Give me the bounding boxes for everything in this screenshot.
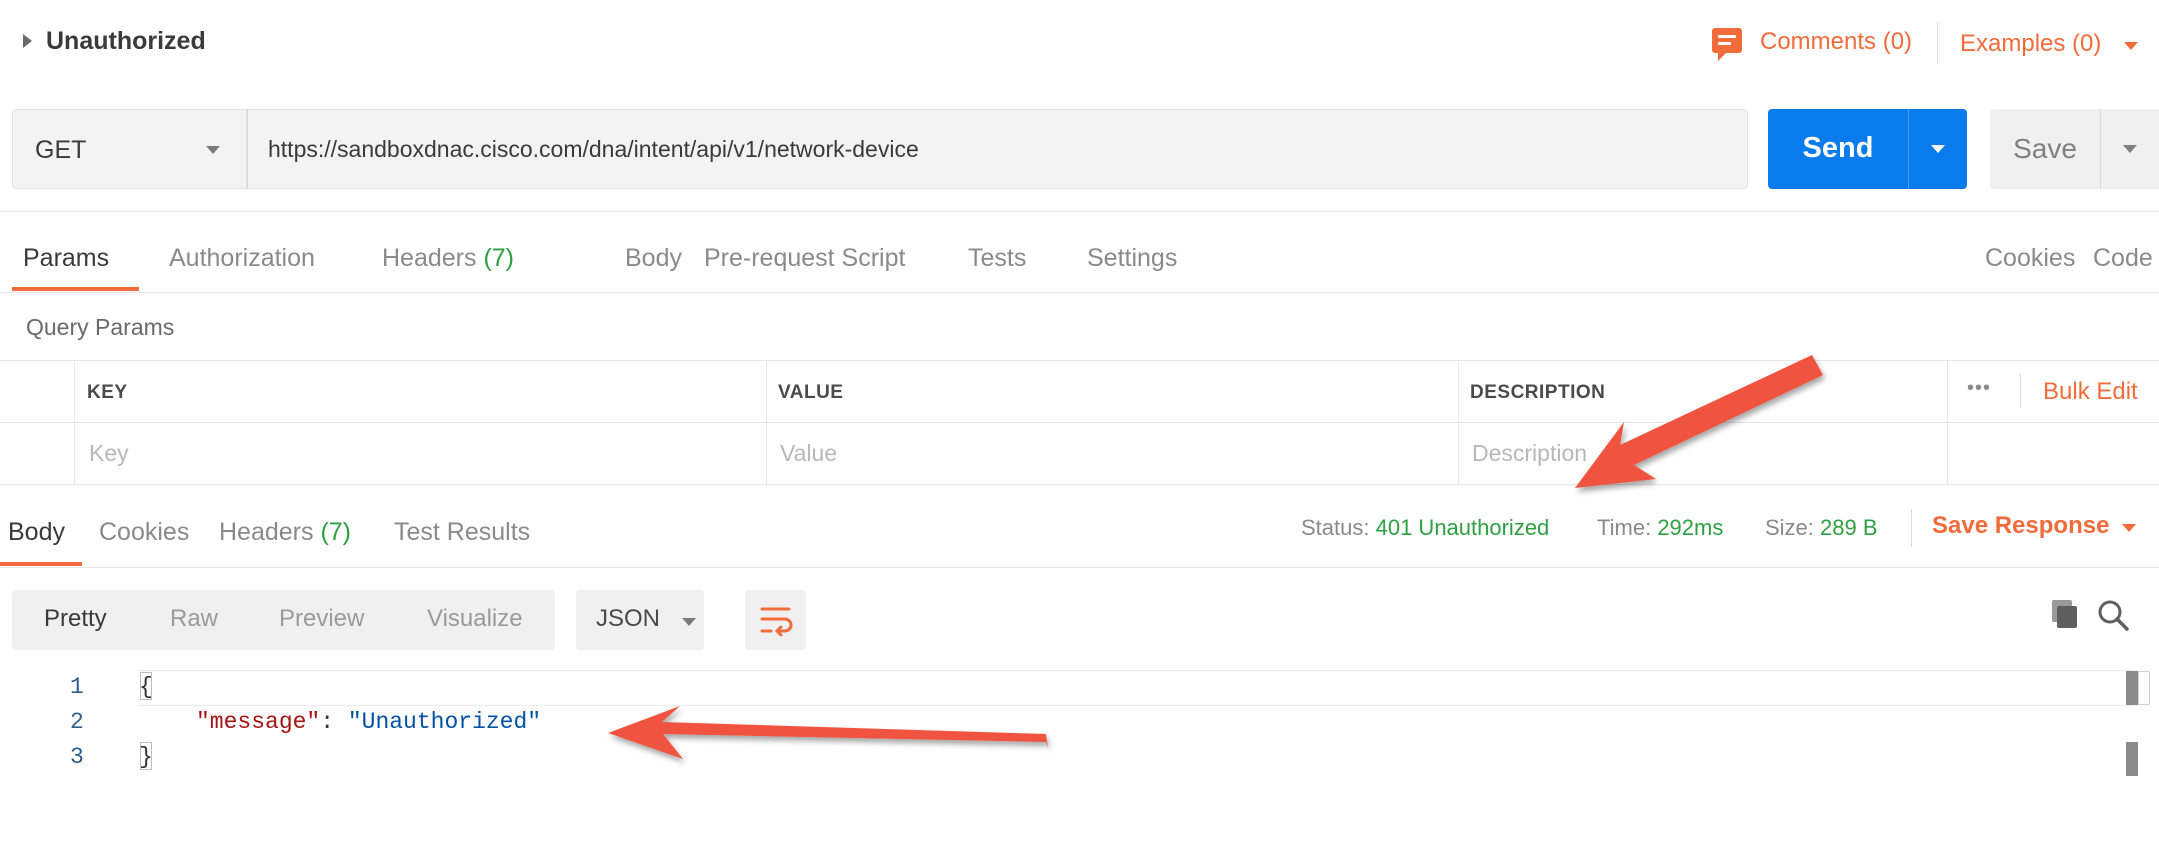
annotation-arrow-status xyxy=(1575,355,1823,488)
annotation-arrow-message xyxy=(608,706,1048,759)
annotation-arrows xyxy=(608,355,1823,759)
postman-window: Unauthorized Comments (0) Examples (0) G… xyxy=(0,0,2159,846)
